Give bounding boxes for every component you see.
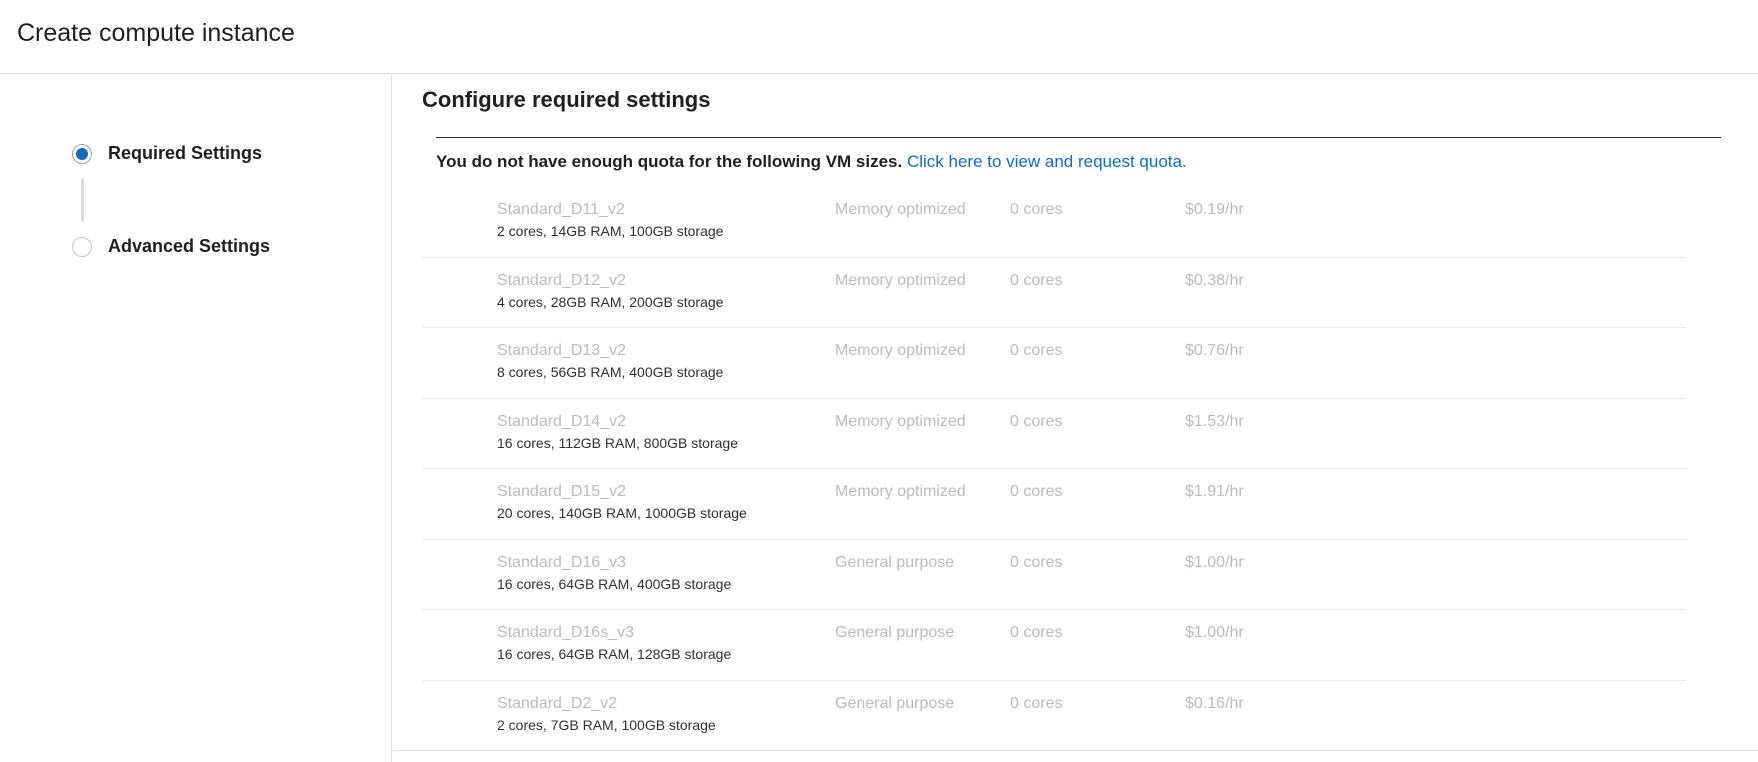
vm-size-row: Standard_D16s_v3 16 cores, 64GB RAM, 128… bbox=[422, 610, 1686, 681]
vm-size-name: Standard_D15_v2 bbox=[497, 483, 626, 500]
vm-size-name: Standard_D12_v2 bbox=[497, 271, 626, 289]
vm-size-available-cores: 0 cores bbox=[1010, 412, 1063, 430]
main-content: Configure required settings You do not h… bbox=[393, 75, 1758, 762]
vm-size-list: Standard_D11_v2 2 cores, 14GB RAM, 100GB… bbox=[422, 187, 1686, 751]
vm-size-spec: 16 cores, 112GB RAM, 800GB storage bbox=[497, 434, 738, 451]
vm-size-available-cores: 0 cores bbox=[1010, 483, 1063, 500]
quota-warning-text: You do not have enough quota for the fol… bbox=[436, 152, 903, 171]
vm-size-name: Standard_D16s_v3 bbox=[497, 624, 634, 641]
vm-size-name: Standard_D13_v2 bbox=[497, 342, 626, 359]
vm-size-price: $1.00/hr bbox=[1185, 624, 1244, 641]
vm-size-family: Memory optimized bbox=[835, 483, 966, 500]
vm-size-price: $1.91/hr bbox=[1185, 483, 1244, 500]
step-required-settings[interactable]: Required Settings bbox=[72, 143, 262, 164]
vm-size-available-cores: 0 cores bbox=[1010, 624, 1063, 641]
vm-size-name: Standard_D14_v2 bbox=[497, 412, 626, 430]
vm-size-row: Standard_D11_v2 2 cores, 14GB RAM, 100GB… bbox=[422, 187, 1686, 258]
vm-size-available-cores: 0 cores bbox=[1010, 271, 1063, 289]
vm-size-family: Memory optimized bbox=[835, 201, 966, 218]
quota-warning: You do not have enough quota for the fol… bbox=[436, 152, 1187, 172]
vm-size-spec: 16 cores, 64GB RAM, 400GB storage bbox=[497, 575, 732, 592]
vm-size-spec: 4 cores, 28GB RAM, 200GB storage bbox=[497, 293, 724, 310]
vm-size-spec: 2 cores, 14GB RAM, 100GB storage bbox=[497, 223, 724, 239]
step-label: Required Settings bbox=[108, 143, 263, 163]
vm-size-price: $1.53/hr bbox=[1185, 412, 1244, 430]
vm-size-row: Standard_D13_v2 8 cores, 56GB RAM, 400GB… bbox=[422, 328, 1686, 399]
vm-size-family: Memory optimized bbox=[835, 342, 966, 359]
vm-size-available-cores: 0 cores bbox=[1010, 342, 1063, 359]
vm-size-row: Standard_D14_v2 16 cores, 112GB RAM, 800… bbox=[422, 399, 1686, 469]
section-title: Configure required settings bbox=[422, 87, 711, 112]
page-title: Create compute instance bbox=[17, 19, 295, 47]
vm-size-price: $0.76/hr bbox=[1185, 342, 1244, 359]
vm-size-price: $0.16/hr bbox=[1185, 694, 1244, 712]
step-label: Advanced Settings bbox=[108, 236, 271, 256]
vm-size-family: General purpose bbox=[835, 553, 955, 571]
vm-size-price: $0.19/hr bbox=[1185, 201, 1244, 218]
vm-size-available-cores: 0 cores bbox=[1010, 201, 1063, 218]
vm-size-name: Standard_D2_v2 bbox=[497, 694, 618, 712]
vm-size-available-cores: 0 cores bbox=[1010, 694, 1063, 712]
step-active-dot-icon bbox=[72, 143, 92, 164]
vm-size-price: $0.38/hr bbox=[1185, 271, 1244, 289]
page-header: Create compute instance bbox=[0, 0, 1758, 74]
vm-size-spec: 8 cores, 56GB RAM, 400GB storage bbox=[497, 364, 724, 380]
vm-size-row: Standard_D2_v2 2 cores, 7GB RAM, 100GB s… bbox=[422, 681, 1686, 752]
vm-size-name: Standard_D16_v3 bbox=[497, 553, 626, 571]
request-quota-link[interactable]: Click here to view and request quota. bbox=[907, 152, 1187, 171]
step-advanced-settings[interactable]: Advanced Settings bbox=[72, 236, 270, 257]
section-divider bbox=[436, 137, 1721, 138]
step-inactive-dot-icon bbox=[72, 236, 92, 257]
vm-size-spec: 16 cores, 64GB RAM, 128GB storage bbox=[497, 646, 732, 662]
vm-size-spec: 2 cores, 7GB RAM, 100GB storage bbox=[497, 716, 716, 733]
vm-size-row: Standard_D16_v3 16 cores, 64GB RAM, 400G… bbox=[422, 540, 1686, 610]
vm-size-available-cores: 0 cores bbox=[1010, 553, 1063, 571]
vm-size-spec: 20 cores, 140GB RAM, 1000GB storage bbox=[497, 505, 747, 521]
vm-size-family: Memory optimized bbox=[835, 271, 966, 289]
vm-size-family: General purpose bbox=[835, 694, 955, 712]
footer-divider bbox=[393, 750, 1758, 751]
vm-size-family: General purpose bbox=[835, 624, 955, 641]
vm-size-name: Standard_D11_v2 bbox=[497, 201, 625, 218]
wizard-steps-sidebar bbox=[0, 75, 392, 762]
step-connector bbox=[81, 178, 84, 222]
vm-size-price: $1.00/hr bbox=[1185, 553, 1244, 571]
vm-size-row: Standard_D15_v2 20 cores, 140GB RAM, 100… bbox=[422, 469, 1686, 540]
vm-size-family: Memory optimized bbox=[835, 412, 966, 430]
vm-size-row: Standard_D12_v2 4 cores, 28GB RAM, 200GB… bbox=[422, 258, 1686, 328]
